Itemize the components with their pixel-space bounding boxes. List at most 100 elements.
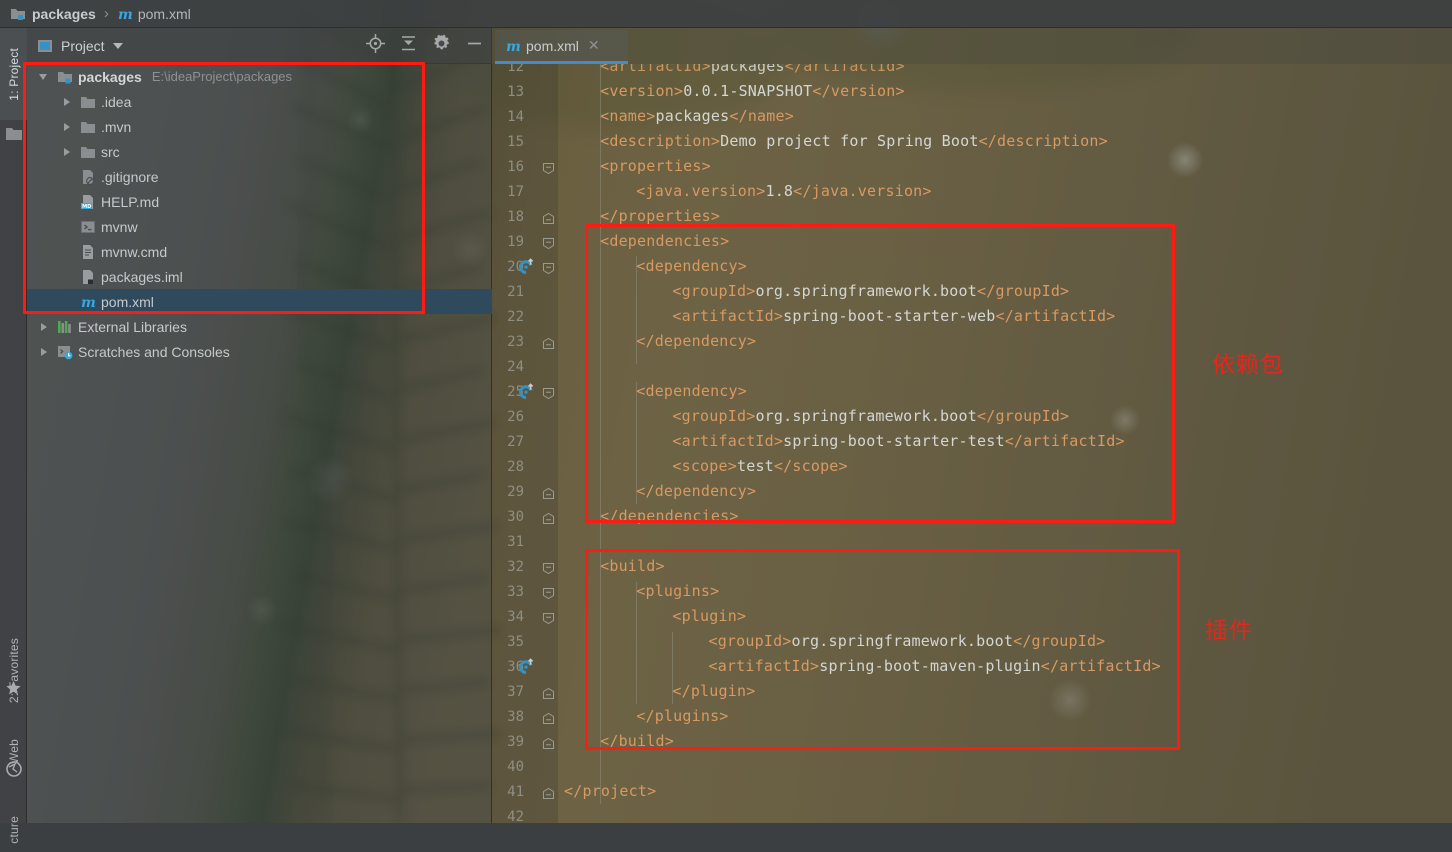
tree-item-mvnw[interactable]: mvnw [27,214,492,239]
hide-minimize-icon[interactable] [465,34,484,58]
iml-module-file-icon [83,269,93,284]
code-line-20[interactable]: <dependency> [636,257,747,275]
code-token: <properties> [600,157,711,175]
tree-item-scratches-and-consoles[interactable]: Scratches and Consoles [27,339,492,364]
code-line-28[interactable]: <scope>test</scope> [672,457,847,475]
gitignore-file-icon [83,169,94,185]
tree-item-help-md[interactable]: MD HELP.md [27,189,492,214]
editor-gutter[interactable]: 12 13 14 15 16 17 18 19 20 21 22 23 24 25 26 27 28 29 30 31… [492,64,558,823]
line-number: 29 [507,484,524,500]
locate-target-icon[interactable] [366,34,385,58]
code-line-33[interactable]: <plugins> [636,582,719,600]
code-token: <groupId> [672,282,756,300]
code-line-39[interactable]: </build> [600,732,674,750]
sidebar-item-structure[interactable]: cture [0,808,27,852]
tree-expand-arrow-icon[interactable] [37,70,51,84]
scratches-icon [57,344,73,360]
code-line-23[interactable]: </dependency> [636,332,756,350]
code-line-12[interactable]: <artifactId>packages</artifactId> [600,64,905,75]
tree-expand-arrow-icon[interactable] [37,320,51,334]
code-fold-end-icon[interactable] [543,686,554,699]
code-fold-end-icon[interactable] [543,711,554,724]
settings-gear-icon[interactable] [432,34,451,58]
code-line-22[interactable]: <artifactId>spring-boot-starter-web</art… [672,307,1115,325]
tree-item-label: src [101,143,120,160]
code-fold-start-icon[interactable] [543,386,554,400]
code-line-29[interactable]: </dependency> [636,482,756,500]
code-fold-end-icon[interactable] [543,511,554,524]
tree-item-packages[interactable]: packages E:\ideaProject\packages [27,64,492,89]
tab-pom-xml[interactable]: m pom.xml ✕ [495,30,628,64]
code-token: </groupId> [1013,632,1106,650]
maven-dependency-update-icon[interactable] [518,383,535,400]
tree-expand-arrow-icon[interactable] [60,145,74,159]
code-fold-end-icon[interactable] [543,336,554,349]
tree-item-label: .idea [101,93,132,110]
code-line-32[interactable]: <build> [600,557,665,575]
tree-item-external-libraries[interactable]: External Libraries [27,314,492,339]
code-fold-end-icon[interactable] [543,211,554,224]
code-fold-end-icon[interactable] [543,786,554,799]
code-line-16[interactable]: <properties> [600,157,711,175]
text-file-icon [83,244,93,259]
code-fold-start-icon[interactable] [543,261,554,275]
code-line-41[interactable]: </project> [564,782,656,800]
code-fold-start-icon[interactable] [543,561,554,575]
tree-item-mvnw-cmd[interactable]: mvnw.cmd [27,239,492,264]
sidebar-item-project[interactable]: 1: Project [0,28,27,120]
scratches-icon [58,345,73,359]
tree-item-src[interactable]: src [27,139,492,164]
code-line-25[interactable]: <dependency> [636,382,747,400]
tree-expand-arrow-icon[interactable] [60,95,74,109]
code-fold-end-icon[interactable] [543,486,554,499]
sidebar-item-favorites[interactable]: 2: Favorites [0,628,27,714]
chevron-down-icon[interactable] [112,37,123,55]
code-line-34[interactable]: <plugin> [672,607,746,625]
code-line-37[interactable]: </plugin> [672,682,755,700]
breadcrumb-file[interactable]: pom.xml [138,6,191,22]
iml-module-file-icon [80,269,96,285]
tree-item-idea[interactable]: .idea [27,89,492,114]
code-line-14[interactable]: <name>packages</name> [600,107,794,125]
text-file-icon [80,244,96,260]
collapse-all-icon[interactable] [399,34,418,58]
code-line-38[interactable]: </plugins> [636,707,728,725]
code-line-18[interactable]: </properties> [600,207,720,225]
tree-item-pom-xml[interactable]: m pom.xml [27,289,492,314]
tree-expand-arrow-icon[interactable] [37,345,51,359]
maven-m-icon: m [81,295,96,310]
code-line-27[interactable]: <artifactId>spring-boot-starter-test</ar… [672,432,1124,450]
code-line-21[interactable]: <groupId>org.springframework.boot</group… [672,282,1069,300]
code-viewport[interactable]: 12 13 14 15 16 17 18 19 20 21 22 23 24 25 26 27 28 29 30 31… [492,64,1452,823]
tree-item-packages-iml[interactable]: packages.iml [27,264,492,289]
maven-dependency-update-icon[interactable] [518,258,535,275]
code-fold-start-icon[interactable] [543,611,554,625]
maven-dependency-update-icon[interactable] [518,658,535,675]
close-icon[interactable]: ✕ [588,37,600,54]
code-token: </artifactId> [784,64,905,75]
code-line-36[interactable]: <artifactId>spring-boot-maven-plugin</ar… [708,657,1160,675]
code-fold-start-icon[interactable] [543,236,554,250]
code-line-15[interactable]: <description>Demo project for Spring Boo… [600,132,1108,150]
tree-item-mvn[interactable]: .mvn [27,114,492,139]
code-line-30[interactable]: </dependencies> [600,507,738,525]
project-file-tree[interactable]: packages E:\ideaProject\packages .idea .mvn… [27,64,492,364]
code-line-17[interactable]: <java.version>1.8</java.version> [636,182,931,200]
tree-expand-arrow-icon[interactable] [60,120,74,134]
code-line-13[interactable]: <version>0.0.1-SNAPSHOT</version> [600,82,905,100]
code-fold-start-icon[interactable] [543,586,554,600]
code-line-19[interactable]: <dependencies> [600,232,729,250]
code-line-26[interactable]: <groupId>org.springframework.boot</group… [672,407,1069,425]
project-module-icon [57,69,73,85]
code-line-35[interactable]: <groupId>org.springframework.boot</group… [708,632,1105,650]
code-fold-end-icon[interactable] [543,736,554,749]
line-number: 15 [507,134,524,150]
code-fold-start-icon[interactable] [543,161,554,175]
tree-item-gitignore[interactable]: .gitignore [27,164,492,189]
breadcrumb-project[interactable]: packages [32,6,96,22]
tree-item-label: .mvn [101,118,132,135]
dependencies-label: 依赖包 [1212,352,1284,378]
line-number: 31 [507,534,524,550]
